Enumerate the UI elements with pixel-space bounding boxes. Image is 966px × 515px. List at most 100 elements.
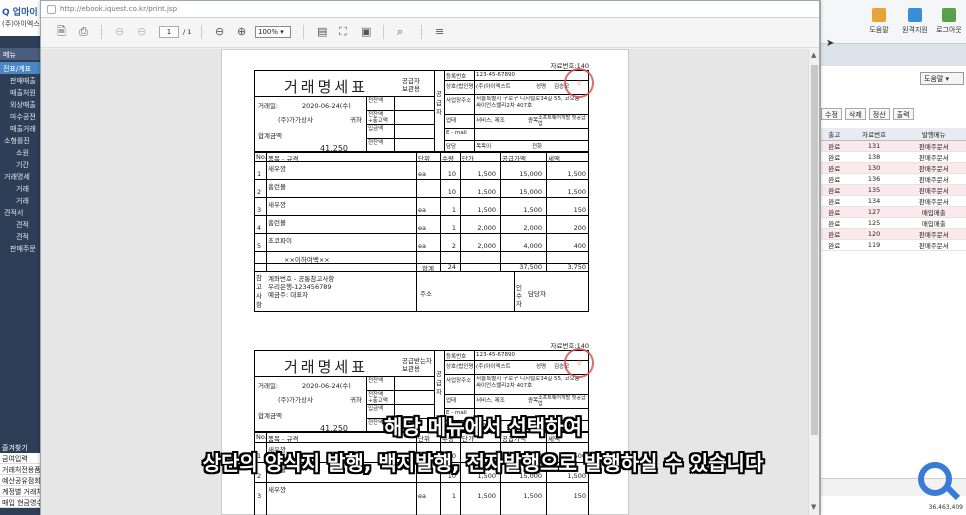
delete-button[interactable]: 삭제 [844, 108, 866, 120]
table-row[interactable]: 완료 127 매입매출 [821, 206, 966, 218]
address-label: 주소 [420, 290, 432, 298]
divider [444, 374, 589, 375]
divider [366, 390, 434, 391]
help-button[interactable]: 도움말 [861, 8, 897, 35]
copy-type: 공급자 [402, 77, 420, 85]
line-qty: 1 [451, 492, 456, 500]
invoice-supplier-copy: 자료번호:140 거래명세표 공급자 보관용 거래일: 2020-06-24(수) (주)가… [254, 60, 594, 320]
scroll-up-icon[interactable]: ▲ [811, 51, 816, 59]
zoom-out-icon[interactable]: ⊖ [215, 26, 224, 38]
fit-page-icon[interactable]: ⛶ [339, 26, 347, 38]
toolbar-divider [201, 25, 202, 39]
table-row[interactable]: 완료 138 판매주문서 [821, 151, 966, 163]
note-line: 예금주: 대표자 [268, 291, 309, 299]
line-amount: 4,000 [523, 242, 542, 250]
table-cell: 135 [847, 184, 901, 196]
table-row[interactable]: 완료 134 판매주문서 [821, 195, 966, 207]
remote-support-button[interactable]: 원격지원 [897, 8, 933, 35]
supplier-side-label: 공급자 [436, 370, 442, 396]
table-cell: 완료 [821, 173, 848, 185]
line-price: 1,500 [477, 492, 496, 500]
help-dropdown-label: 도움말 [924, 75, 944, 83]
document-icon[interactable]: ▣ [361, 26, 371, 38]
line-unit: ea [418, 492, 426, 500]
help-book-icon [872, 8, 886, 22]
table-row[interactable]: 완료 119 판매주문서 [821, 239, 966, 251]
sum-qty: 24 [447, 263, 456, 271]
address-bar[interactable]: http://ebook.iquest.co.kr/print.jsp [41, 1, 819, 18]
line-unit: ea [418, 242, 426, 250]
col-status[interactable]: 출고 [821, 128, 848, 141]
zoom-in-icon[interactable]: ⊕ [237, 26, 246, 38]
receiver-label: 담당자 [528, 290, 546, 298]
item-value: 소프트웨어개발 및공급업 [538, 115, 586, 127]
printer-icon[interactable]: ⎙ [79, 26, 88, 38]
table-row[interactable]: 완료 135 판매주문서 [821, 184, 966, 196]
table-cell: 119 [847, 239, 901, 251]
table-cell: 134 [847, 195, 901, 207]
print-page: 자료번호:140 거래명세표 공급자 보관용 거래일: 2020-06-24(수) (주)가… [221, 49, 629, 515]
edit-button[interactable]: 수정 [821, 108, 842, 120]
line-item: 홈런볼 [268, 183, 286, 191]
divider [254, 251, 589, 252]
field-label: 등록번호 [446, 74, 467, 80]
phone-label: 전화 [532, 144, 543, 150]
document-view[interactable]: 자료번호:140 거래명세표 공급자 보관용 거래일: 2020-06-24(수) (주)가… [41, 49, 809, 515]
scrollbar-thumb[interactable] [811, 65, 818, 435]
zoom-select[interactable]: 100% ▾ [255, 26, 291, 38]
menu-icon[interactable]: ≡ [435, 26, 444, 38]
line-qty: 10 [447, 170, 456, 178]
settle-button[interactable]: 정산 [868, 108, 890, 120]
line-price: 1,500 [477, 206, 496, 214]
help-dropdown[interactable]: 도움말 ▾ [920, 72, 964, 85]
line-amount: 1,500 [523, 492, 542, 500]
url-text: http://ebook.iquest.co.kr/print.jsp [60, 5, 178, 13]
remote-support-icon [908, 8, 922, 22]
print-button[interactable]: 출력 [892, 108, 914, 120]
line-tax: 1,500 [567, 170, 586, 178]
customer-name: (주)가가상사 [278, 396, 313, 404]
divider [366, 138, 434, 139]
top-toolbar: 도움말 원격지원 로그아웃 [821, 0, 966, 44]
line-no: 4 [257, 224, 262, 232]
line-tax: 150 [573, 206, 586, 214]
supplier-side-label: 공급자 [436, 90, 442, 116]
logout-button[interactable]: 로그아웃 [931, 8, 966, 35]
table-row[interactable]: 완료 120 판매주문서 [821, 228, 966, 240]
total-label: 합계금액 [258, 132, 282, 140]
logout-icon [942, 8, 956, 22]
honorific: 귀하 [350, 116, 362, 124]
table-row[interactable]: 완료 136 판매주문서 [821, 173, 966, 185]
table-cell: 완료 [821, 140, 848, 152]
export-icon[interactable]: ▤ [317, 26, 327, 38]
table-cell: 127 [847, 206, 901, 218]
page-number-input[interactable]: 1 [159, 26, 179, 38]
trade-date: 2020-06-24(수) [302, 382, 351, 390]
item-value: 소프트웨어개발 및공급업 [538, 395, 586, 407]
table-row[interactable]: 완료 131 판매주문서 [821, 140, 966, 152]
divider [440, 152, 441, 271]
save-icon[interactable]: 🗎 [57, 26, 66, 38]
prev-page-icon[interactable]: ⊖ [115, 26, 124, 38]
line-item: 홈런볼 [268, 219, 286, 227]
subtitle-line-1: 해당 메뉴에서 선택하여 [384, 415, 582, 439]
table-row[interactable]: 완료 130 판매주문서 [821, 162, 966, 174]
table-row[interactable]: 완료 125 매입매출 [821, 217, 966, 229]
divider [254, 233, 589, 234]
col-doc-no[interactable]: 자료번호 [847, 128, 901, 141]
balance-label: 입금액 [368, 126, 384, 132]
field-label: 등록번호 [446, 354, 467, 360]
table-cell: 완료 [821, 228, 848, 240]
divider [254, 376, 434, 377]
col-menu[interactable]: 발행메뉴 [900, 128, 966, 141]
table-cell: 125 [847, 217, 901, 229]
divider [474, 70, 475, 152]
copy-type: 보관용 [402, 365, 420, 373]
search-icon[interactable]: ⌕ [397, 26, 403, 38]
scroll-down-icon[interactable]: ▼ [811, 503, 816, 511]
field-label: 사업장주소 [446, 98, 472, 104]
table-cell: 136 [847, 173, 901, 185]
vertical-scrollbar[interactable]: ▲ ▼ [808, 49, 819, 515]
line-no: 5 [257, 242, 262, 250]
next-page-icon[interactable]: ⊖ [137, 26, 146, 38]
